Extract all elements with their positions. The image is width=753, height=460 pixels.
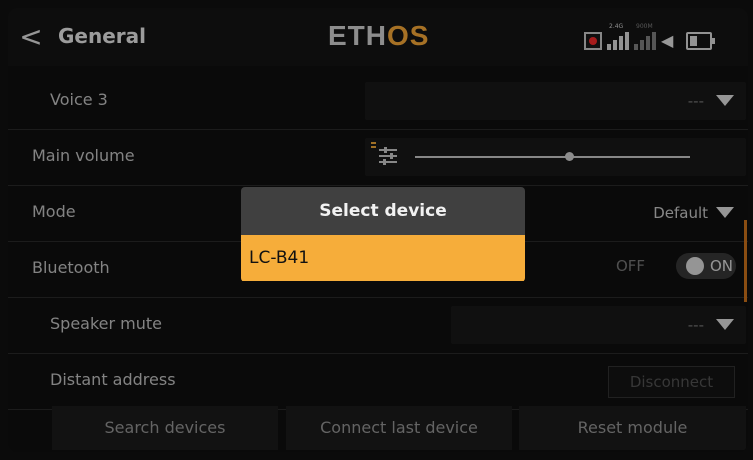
device-list-item[interactable]: LC-B41 <box>241 235 525 281</box>
dialog-title: Select device <box>241 187 525 235</box>
screen: < General ETHOS 2.4G 900M ◀ Voice 3 --- <box>8 8 748 452</box>
scroll-indicator <box>744 220 747 302</box>
select-device-dialog: Select device LC-B41 <box>241 187 525 282</box>
